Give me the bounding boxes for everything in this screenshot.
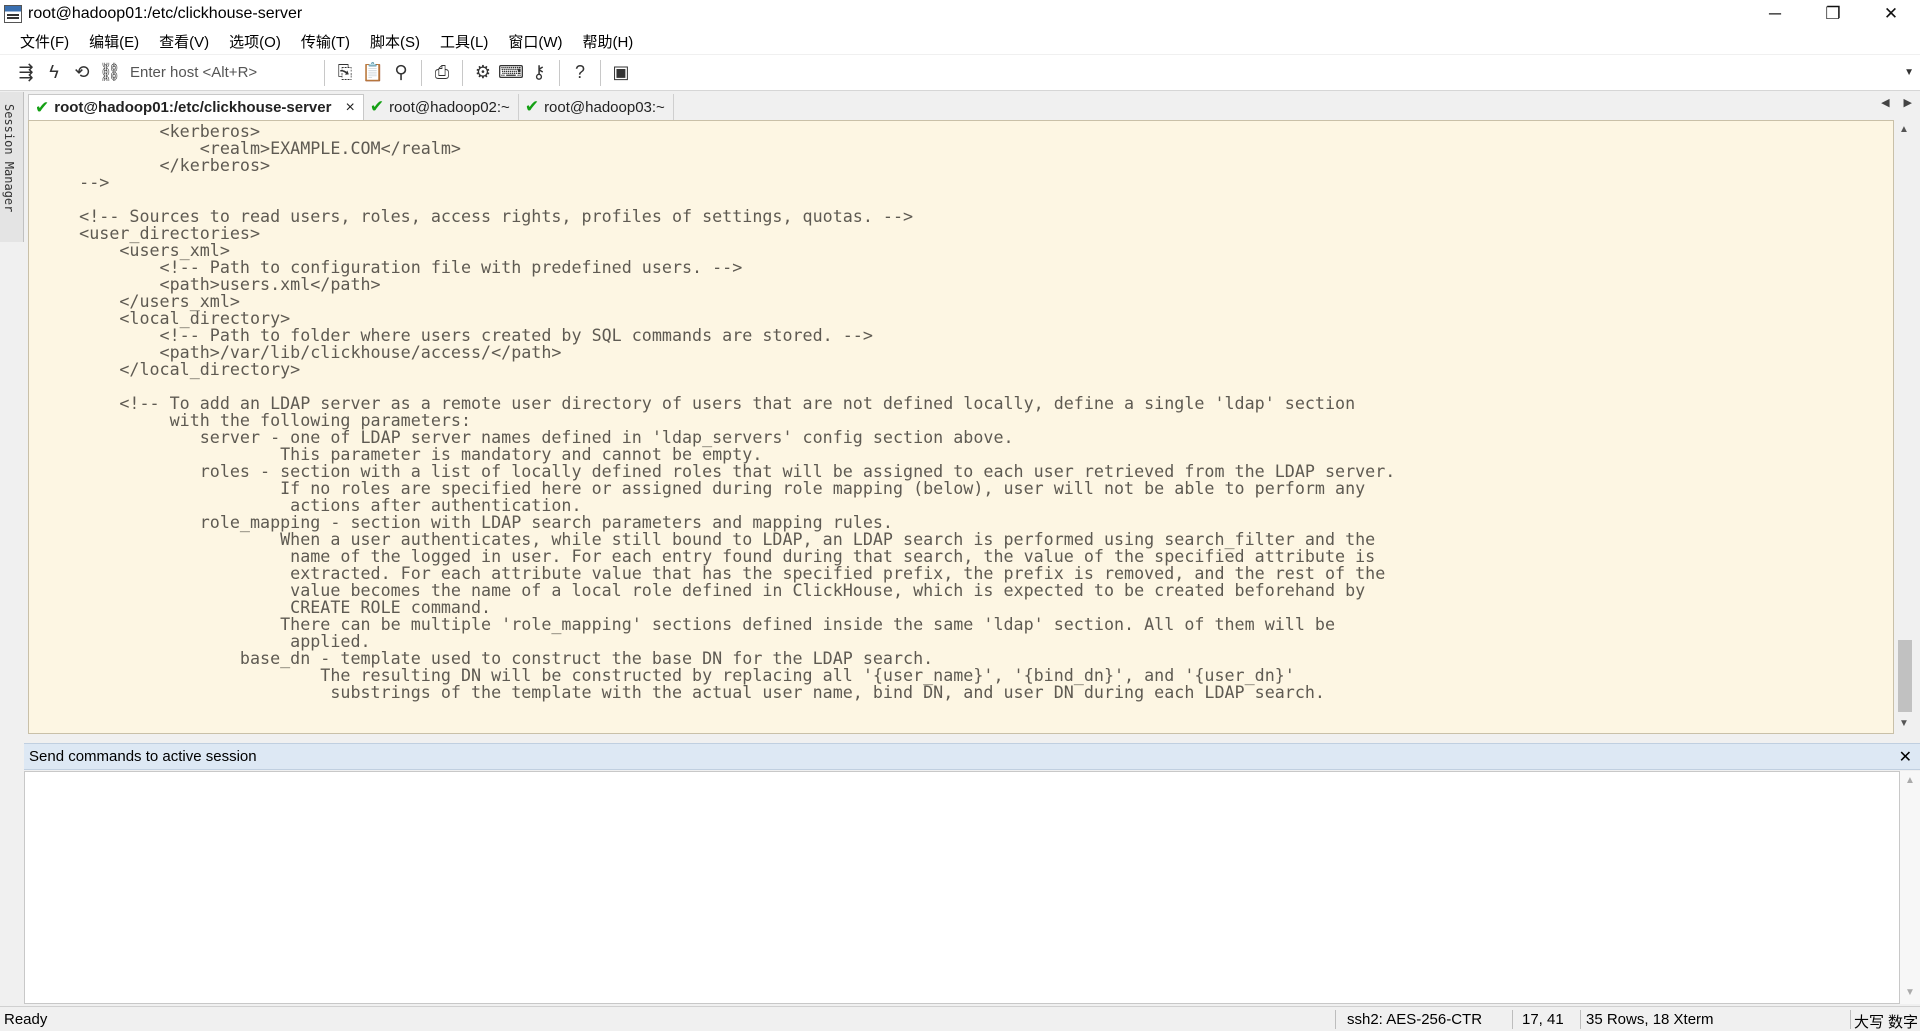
toolbar-divider — [462, 59, 463, 86]
restore-button[interactable]: ❐ — [1804, 0, 1862, 28]
terminal-output: <kerberos> <realm>EXAMPLE.COM</realm> </… — [79, 121, 1396, 702]
connected-check-icon: ✔ — [369, 97, 385, 116]
status-ready: Ready — [4, 1011, 48, 1028]
menu-options[interactable]: 选项(O) — [219, 31, 291, 52]
app-icon — [4, 5, 22, 23]
title-bar: root@hadoop01:/etc/clickhouse-server ─ ❐… — [0, 0, 1920, 28]
menu-tools[interactable]: 工具(L) — [430, 31, 498, 52]
tab-hadoop03[interactable]: ✔ root@hadoop03:~ — [519, 94, 674, 120]
status-divider — [1850, 1010, 1851, 1029]
send-commands-input[interactable] — [24, 771, 1900, 1004]
menu-view[interactable]: 查看(V) — [149, 31, 219, 52]
quick-connect-icon[interactable]: ϟ — [40, 59, 68, 87]
disconnect-icon[interactable]: ⛓ — [96, 59, 124, 87]
connected-check-icon: ✔ — [35, 97, 50, 117]
tab-scroll-left-icon[interactable]: ◀ — [1881, 96, 1889, 109]
send-commands-close-icon[interactable]: ✕ — [1899, 747, 1912, 767]
toolbar-divider — [421, 59, 422, 86]
minimize-button[interactable]: ─ — [1746, 0, 1804, 28]
status-cursor-position: 17, 41 — [1522, 1011, 1564, 1028]
tab-hadoop02[interactable]: ✔ root@hadoop02:~ — [364, 94, 519, 120]
tab-label: root@hadoop02:~ — [389, 98, 510, 116]
window-controls: ─ ❐ ✕ — [1746, 0, 1920, 28]
menu-help[interactable]: 帮助(H) — [572, 31, 643, 52]
session-manager-label: Session Manager — [2, 104, 16, 213]
status-num-lock: 数字 — [1888, 1014, 1919, 1031]
send-commands-scrollbar[interactable]: ▲ ▼ — [1900, 771, 1920, 1004]
toolbar-divider — [324, 59, 325, 86]
terminal-screen[interactable]: <kerberos> <realm>EXAMPLE.COM</realm> </… — [28, 120, 1894, 734]
close-window-button[interactable]: ✕ — [1862, 0, 1920, 28]
status-divider — [1335, 1010, 1336, 1029]
status-caps-lock: 大写 — [1854, 1014, 1885, 1031]
tab-scroll-arrows: ◀ ▶ — [1881, 96, 1912, 109]
session-manager-tab[interactable]: Session Manager — [0, 92, 24, 242]
copy-icon[interactable]: ⎘ — [331, 59, 359, 87]
scroll-up-icon[interactable]: ▲ — [1899, 124, 1909, 135]
keymap-icon[interactable]: ⌨ — [497, 59, 525, 87]
toolbar: ⇶ ϟ ⟲ ⛓ ⎘ 📋 ⚲ ⎙ ⚙ ⌨ ⚷ ? ▣ ▼ — [0, 55, 1920, 91]
settings-icon[interactable]: ⚙ — [469, 59, 497, 87]
toolbar-divider — [600, 59, 601, 86]
tab-hadoop01[interactable]: ✔ root@hadoop01:/etc/clickhouse-server × — [28, 94, 364, 120]
tab-close-icon[interactable]: × — [345, 99, 354, 117]
tab-bar: ✔ root@hadoop01:/etc/clickhouse-server ×… — [28, 92, 1920, 120]
status-terminal-size: 35 Rows, 18 Xterm — [1586, 1011, 1714, 1028]
window-title: root@hadoop01:/etc/clickhouse-server — [28, 5, 303, 22]
tab-label: root@hadoop01:/etc/clickhouse-server — [54, 99, 332, 116]
connect-icon[interactable]: ⇶ — [12, 59, 40, 87]
print-icon[interactable]: ⎙ — [428, 59, 456, 87]
scroll-up-icon[interactable]: ▲ — [1905, 775, 1915, 786]
scroll-down-icon[interactable]: ▼ — [1905, 987, 1915, 998]
tab-scroll-right-icon[interactable]: ▶ — [1904, 96, 1912, 109]
toolbar-divider — [559, 59, 560, 86]
menu-edit[interactable]: 编辑(E) — [79, 31, 149, 52]
connected-check-icon: ✔ — [524, 97, 540, 116]
sftp-icon[interactable]: ⚷ — [525, 59, 553, 87]
reconnect-icon[interactable]: ⟲ — [68, 59, 96, 87]
status-bar: Ready ssh2: AES-256-CTR 17, 41 35 Rows, … — [0, 1006, 1920, 1031]
terminal-scrollbar[interactable]: ▲ ▼ — [1894, 120, 1916, 734]
toolbar-overflow-icon[interactable]: ▼ — [1904, 67, 1914, 78]
screen-icon[interactable]: ▣ — [607, 59, 635, 87]
help-icon[interactable]: ? — [566, 59, 594, 87]
find-icon[interactable]: ⚲ — [387, 59, 415, 87]
status-cipher: ssh2: AES-256-CTR — [1347, 1011, 1483, 1028]
send-commands-header: Send commands to active session ✕ — [24, 743, 1920, 770]
host-input[interactable] — [130, 59, 310, 86]
menu-script[interactable]: 脚本(S) — [360, 31, 430, 52]
menu-bar: 文件(F) 编辑(E) 查看(V) 选项(O) 传输(T) 脚本(S) 工具(L… — [0, 28, 1920, 54]
scrollbar-thumb[interactable] — [1898, 640, 1912, 712]
menu-transfer[interactable]: 传输(T) — [291, 31, 360, 52]
send-commands-title: Send commands to active session — [29, 748, 257, 765]
paste-icon[interactable]: 📋 — [359, 59, 387, 87]
status-divider — [1580, 1010, 1581, 1029]
status-divider — [1512, 1010, 1513, 1029]
tab-label: root@hadoop03:~ — [544, 98, 665, 116]
menu-file[interactable]: 文件(F) — [10, 31, 79, 52]
scroll-down-icon[interactable]: ▼ — [1899, 718, 1909, 729]
menu-window[interactable]: 窗口(W) — [498, 31, 572, 52]
